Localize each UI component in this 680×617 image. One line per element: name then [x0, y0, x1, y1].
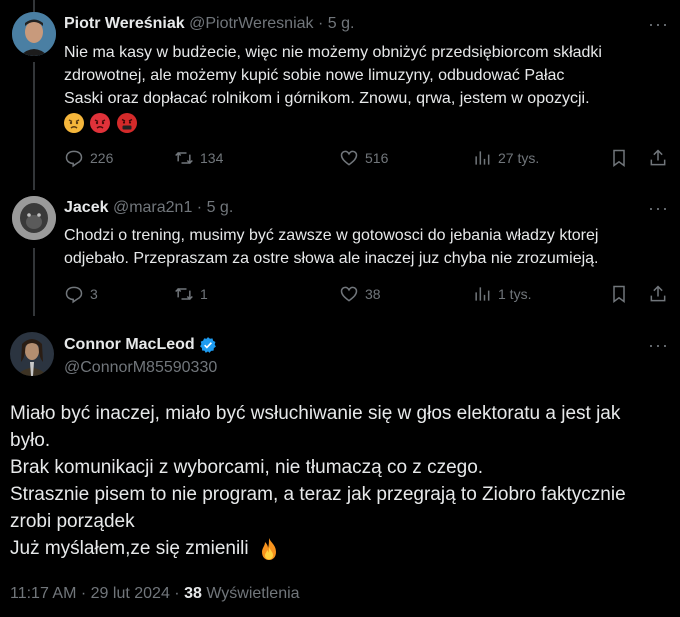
views-button[interactable]: 27 tys. — [472, 148, 539, 168]
reply-count: 226 — [90, 150, 114, 166]
tweet-header: Jacek @mara2n1 · 5 g. — [64, 199, 233, 217]
thread-line — [33, 0, 35, 12]
reply-count: 3 — [90, 286, 98, 302]
tweet-time[interactable]: 11:17 AM — [10, 585, 76, 602]
tweet-header: Piotr Wereśniak @PiotrWeresniak · 5 g. — [64, 15, 354, 33]
cursing-face-emoji — [116, 112, 137, 133]
tweet-text-line: Chodzi o trening, musimy być zawsze w go… — [64, 227, 599, 244]
main-tweet-header: Connor MacLeod — [64, 336, 217, 354]
tweet-text: Nie ma kasy w budżecie, więc nie możemy … — [64, 41, 664, 134]
views-icon — [475, 287, 490, 301]
tweet-text-line: Nie ma kasy w budżecie, więc nie możemy … — [64, 44, 602, 61]
tweet-date[interactable]: 29 lut 2024 — [91, 585, 170, 602]
share-icon — [650, 149, 666, 166]
retweet-button[interactable]: 1 — [174, 284, 208, 304]
more-options-icon[interactable]: ··· — [648, 15, 670, 33]
tweet-text-line: Miało być inaczej, miało być wsłuchiwani… — [10, 403, 621, 424]
tweet-meta: 11:17 AM · 29 lut 2024 · 38 Wyświetlenia — [10, 585, 300, 602]
views-count: 1 tys. — [498, 286, 532, 302]
author-name[interactable]: Jacek — [64, 199, 109, 216]
like-button[interactable]: 38 — [339, 284, 381, 304]
tweet-text-line: Już myślałem,ze się zmienili — [10, 538, 249, 559]
bookmark-icon — [613, 285, 625, 303]
tweet-text-line: zdrowotnej, ale możemy kupić sobie nowe … — [64, 67, 565, 84]
retweet-count: 134 — [200, 150, 224, 166]
author-handle[interactable]: @ConnorM85590330 — [64, 359, 217, 377]
reply-button[interactable]: 3 — [64, 284, 98, 304]
share-button[interactable] — [648, 284, 668, 304]
tweet-text-line: zrobi porządek — [10, 511, 135, 532]
tweet-actions: 226 134 516 27 tys. — [64, 148, 666, 170]
tweet-text-line: odjebało. Przepraszam za ostre słowa ale… — [64, 250, 599, 267]
retweet-icon — [175, 151, 193, 165]
retweet-icon — [175, 287, 193, 301]
bookmark-icon — [613, 149, 625, 167]
like-count: 516 — [365, 150, 389, 166]
thread-line — [33, 62, 35, 190]
more-options-icon[interactable]: ··· — [648, 199, 670, 217]
avatar[interactable] — [12, 196, 56, 240]
tweet-text-line: Strasznie pisem to nie program, a teraz … — [10, 484, 626, 505]
heart-icon — [340, 286, 358, 302]
more-options-icon[interactable]: ··· — [648, 336, 670, 354]
author-name[interactable]: Connor MacLeod — [64, 336, 195, 354]
angry-face-emoji — [64, 112, 84, 133]
views-button[interactable]: 1 tys. — [472, 284, 531, 304]
bookmark-button[interactable] — [609, 148, 629, 168]
reply-button[interactable]: 226 — [64, 148, 113, 168]
bookmark-button[interactable] — [609, 284, 629, 304]
author-handle[interactable]: @mara2n1 — [113, 199, 192, 216]
like-count: 38 — [365, 286, 381, 302]
red-angry-face-emoji — [90, 112, 111, 133]
views-label: Wyświetlenia — [206, 585, 300, 602]
verified-badge-icon — [199, 337, 216, 353]
fire-emoji — [258, 537, 280, 561]
tweet-text-line: Brak komunikacji z wyborcami, nie tłumac… — [10, 457, 484, 478]
share-icon — [650, 285, 666, 302]
share-button[interactable] — [648, 148, 668, 168]
tweet-text-line: było. — [10, 430, 51, 451]
thread-line — [33, 248, 35, 316]
view-count: 38 — [184, 585, 202, 602]
main-tweet-text: Miało być inaczej, miało być wsłuchiwani… — [10, 400, 670, 562]
retweet-button[interactable]: 134 — [174, 148, 223, 168]
author-handle[interactable]: @PiotrWeresniak — [189, 15, 313, 32]
timestamp[interactable]: · 5 g. — [197, 199, 233, 216]
avatar[interactable] — [10, 332, 54, 376]
retweet-count: 1 — [200, 286, 208, 302]
tweet-actions: 3 1 38 1 tys. — [64, 284, 666, 306]
views-count: 27 tys. — [498, 150, 540, 166]
author-name[interactable]: Piotr Wereśniak — [64, 15, 185, 32]
reply-icon — [65, 150, 83, 168]
like-button[interactable]: 516 — [339, 148, 388, 168]
views-icon — [475, 151, 490, 165]
avatar[interactable] — [12, 12, 56, 56]
tweet-text-line: Saski oraz dopłacać rolnikom i górnikom.… — [64, 90, 590, 107]
tweet-text: Chodzi o trening, musimy być zawsze w go… — [64, 224, 664, 270]
timestamp[interactable]: · 5 g. — [318, 15, 354, 32]
reply-icon — [65, 286, 83, 304]
heart-icon — [340, 150, 358, 166]
